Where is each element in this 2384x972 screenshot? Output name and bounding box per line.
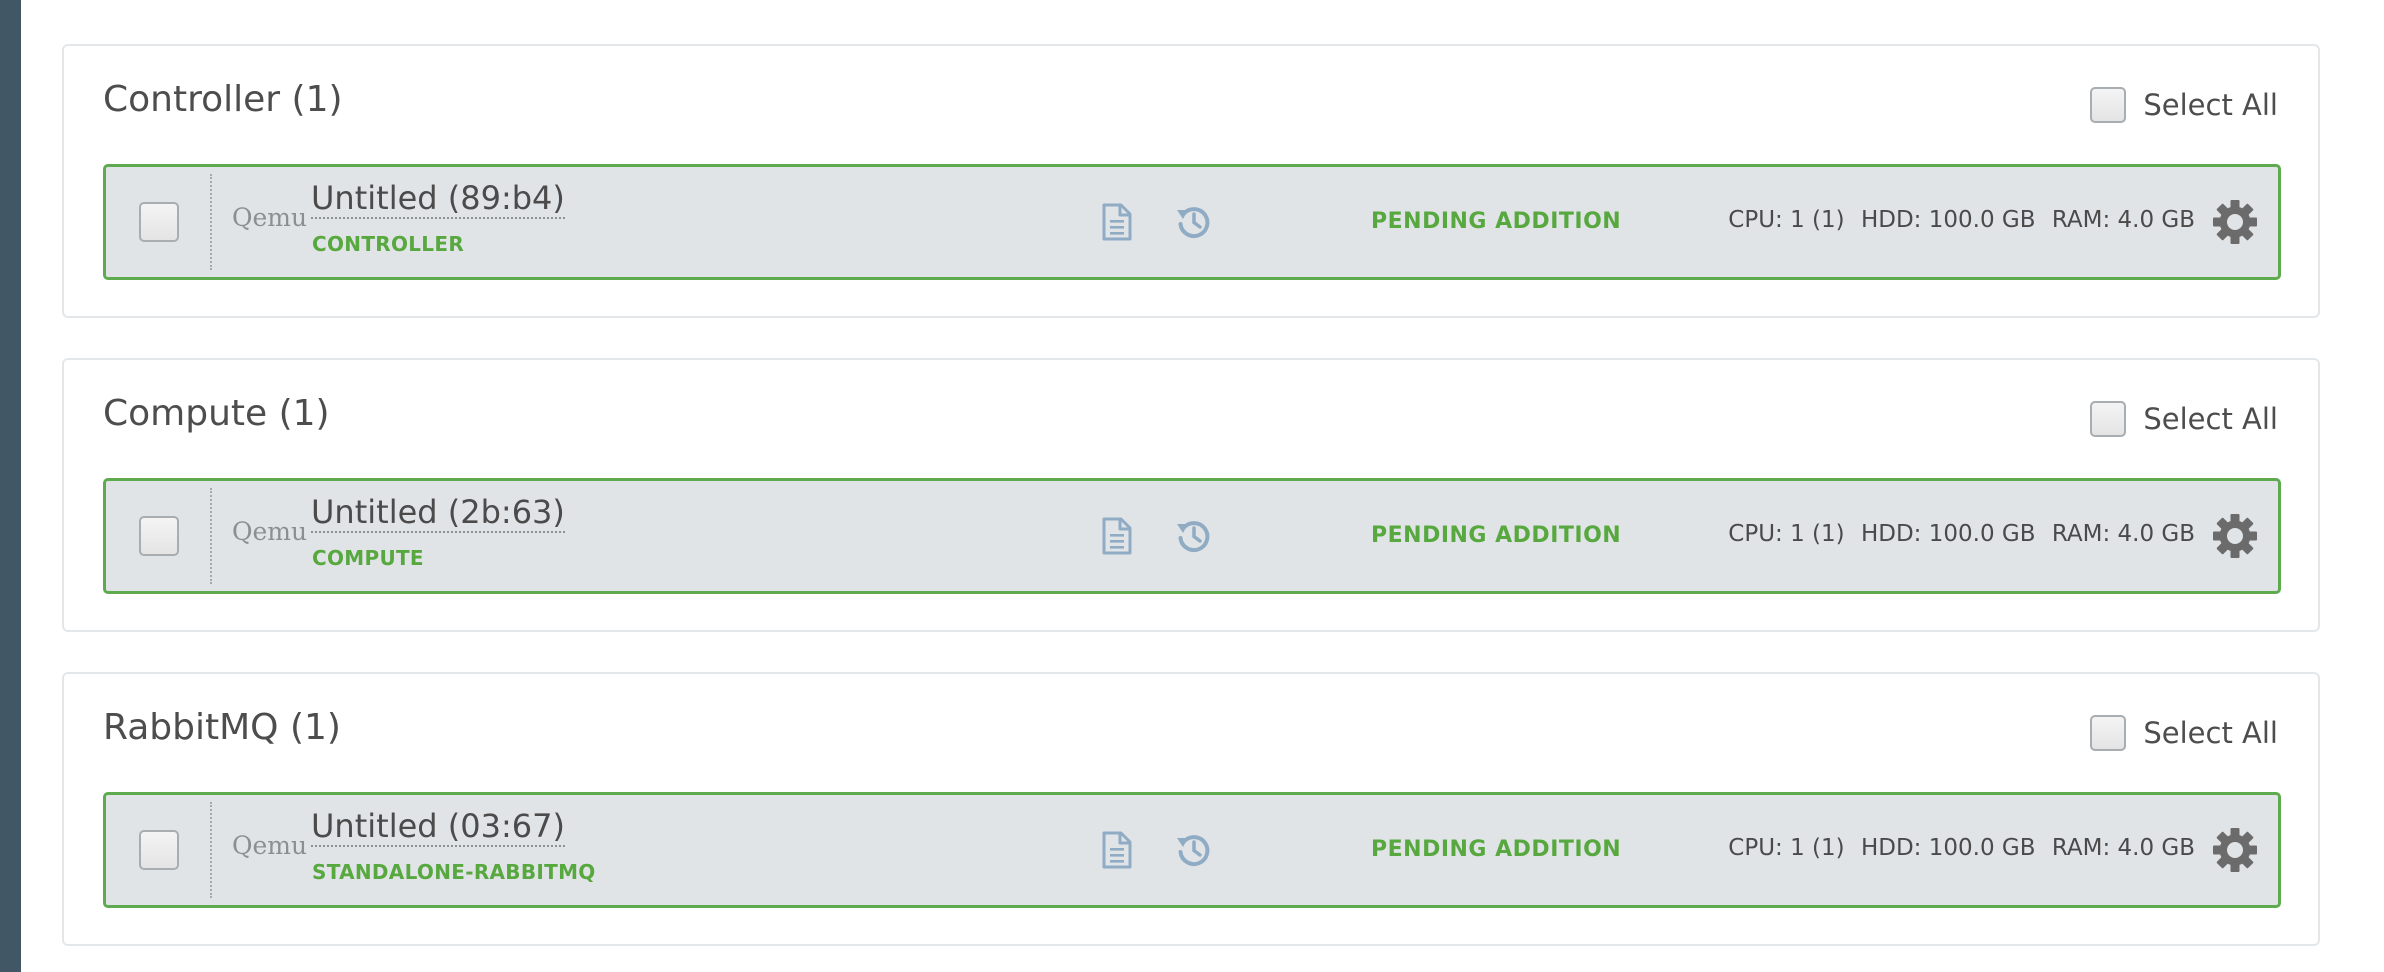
- gear-icon[interactable]: [2212, 827, 2258, 873]
- select-all-label: Select All: [2143, 402, 2278, 436]
- node-status: PENDING ADDITION: [1371, 837, 1622, 862]
- file-text-icon[interactable]: [1102, 203, 1132, 241]
- node-ram: RAM: 4.0 GB: [2051, 207, 2195, 233]
- node-card[interactable]: Qemu Untitled (03:67) STANDALONE-RABBITM…: [103, 792, 2281, 908]
- node-ram: RAM: 4.0 GB: [2051, 521, 2195, 547]
- node-specs: CPU: 1 (1) HDD: 100.0 GB RAM: 4.0 GB: [1728, 521, 2195, 547]
- node-hdd: HDD: 100.0 GB: [1860, 835, 2036, 861]
- select-all-checkbox[interactable]: [2090, 87, 2127, 123]
- node-divider: [210, 488, 212, 584]
- node-manufacturer: Qemu: [232, 831, 308, 860]
- node-role: COMPUTE: [312, 546, 424, 570]
- select-all-label: Select All: [2143, 88, 2278, 122]
- history-icon[interactable]: [1176, 204, 1212, 240]
- node-manufacturer: Qemu: [232, 203, 308, 232]
- node-cpu: CPU: 1 (1): [1728, 835, 1845, 861]
- node-checkbox[interactable]: [139, 202, 179, 242]
- node-list-page: Controller (1) Select All Qemu Untitled …: [21, 0, 2384, 972]
- node-specs: CPU: 1 (1) HDD: 100.0 GB RAM: 4.0 GB: [1728, 835, 2195, 861]
- node-divider: [210, 174, 212, 270]
- file-text-icon[interactable]: [1102, 517, 1132, 555]
- node-role: CONTROLLER: [312, 232, 465, 256]
- node-hdd: HDD: 100.0 GB: [1860, 207, 2036, 233]
- node-cpu: CPU: 1 (1): [1728, 521, 1845, 547]
- node-name[interactable]: Untitled (2b:63): [311, 494, 565, 534]
- node-group-controller: Controller (1) Select All Qemu Untitled …: [62, 44, 2320, 318]
- group-title: Controller (1): [103, 79, 343, 120]
- node-divider: [210, 802, 212, 898]
- history-icon[interactable]: [1176, 518, 1212, 554]
- node-role: STANDALONE-RABBITMQ: [312, 860, 596, 884]
- file-text-icon[interactable]: [1102, 831, 1132, 869]
- gear-icon[interactable]: [2212, 199, 2258, 245]
- node-ram: RAM: 4.0 GB: [2051, 835, 2195, 861]
- node-cpu: CPU: 1 (1): [1728, 207, 1845, 233]
- group-title: Compute (1): [103, 393, 330, 434]
- select-all-control[interactable]: Select All: [2090, 401, 2278, 437]
- select-all-checkbox[interactable]: [2090, 715, 2127, 751]
- node-name[interactable]: Untitled (89:b4): [311, 180, 565, 220]
- node-group-compute: Compute (1) Select All Qemu Untitled (2b…: [62, 358, 2320, 632]
- node-manufacturer: Qemu: [232, 517, 308, 546]
- select-all-checkbox[interactable]: [2090, 401, 2127, 437]
- group-title: RabbitMQ (1): [103, 707, 341, 748]
- node-checkbox[interactable]: [139, 516, 179, 556]
- node-group-rabbitmq: RabbitMQ (1) Select All Qemu Untitled (0…: [62, 672, 2320, 946]
- select-all-control[interactable]: Select All: [2090, 87, 2278, 123]
- node-hdd: HDD: 100.0 GB: [1860, 521, 2036, 547]
- node-status: PENDING ADDITION: [1371, 523, 1622, 548]
- node-name[interactable]: Untitled (03:67): [311, 808, 565, 848]
- node-checkbox[interactable]: [139, 830, 179, 870]
- node-card[interactable]: Qemu Untitled (89:b4) CONTROLLER PENDING…: [103, 164, 2281, 280]
- node-card[interactable]: Qemu Untitled (2b:63) COMPUTE PENDING AD…: [103, 478, 2281, 594]
- select-all-label: Select All: [2143, 716, 2278, 750]
- gear-icon[interactable]: [2212, 513, 2258, 559]
- history-icon[interactable]: [1176, 832, 1212, 868]
- node-status: PENDING ADDITION: [1371, 209, 1622, 234]
- select-all-control[interactable]: Select All: [2090, 715, 2278, 751]
- node-specs: CPU: 1 (1) HDD: 100.0 GB RAM: 4.0 GB: [1728, 207, 2195, 233]
